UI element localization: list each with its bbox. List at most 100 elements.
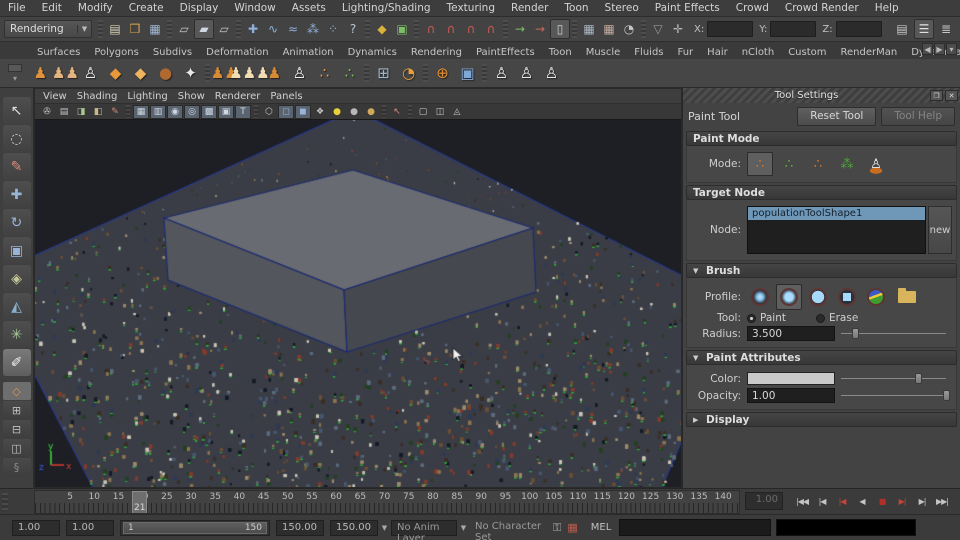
input-connection-icon[interactable]: → bbox=[510, 19, 530, 39]
open-scene-icon[interactable]: ❒ bbox=[125, 19, 145, 39]
menu-item[interactable]: Modify bbox=[70, 1, 121, 15]
vp-xray-joints-icon[interactable]: ◼ bbox=[295, 104, 311, 119]
shelf-crowd-mixed-icon[interactable]: ♟♟♟ bbox=[229, 61, 269, 86]
render-settings-icon[interactable]: ◔ bbox=[619, 19, 639, 39]
step-back-frame-button[interactable]: |◀ bbox=[812, 492, 832, 510]
shelf-tab[interactable]: RenderMan bbox=[834, 45, 905, 59]
range-slider[interactable]: 1 150 bbox=[120, 519, 270, 536]
select-object-icon[interactable]: ▰ bbox=[194, 19, 214, 39]
paint-attributes-header[interactable]: ▼ Paint Attributes bbox=[686, 350, 957, 365]
ipr-render-icon[interactable]: ▦ bbox=[599, 19, 619, 39]
opacity-slider[interactable] bbox=[841, 388, 950, 403]
shelf-tab[interactable]: Surfaces bbox=[30, 45, 87, 59]
tool-settings-titlebar[interactable]: Tool Settings ❐ ✕ bbox=[683, 88, 960, 103]
shelf-tab[interactable]: Muscle bbox=[579, 45, 628, 59]
center-pivot-icon[interactable]: ✛ bbox=[668, 19, 688, 39]
tool-settings-toggle-icon[interactable]: ☰ bbox=[914, 19, 934, 39]
menu-item[interactable]: Lighting/Shading bbox=[334, 1, 439, 15]
radius-slider-handle[interactable] bbox=[851, 328, 859, 339]
range-slider-bar-inner[interactable]: 1 150 bbox=[123, 521, 267, 534]
timeline-grip[interactable] bbox=[2, 493, 8, 511]
z-input[interactable] bbox=[835, 21, 882, 37]
erase-radio-label[interactable]: Erase bbox=[829, 312, 858, 324]
playback-start-field[interactable]: 1.00 bbox=[66, 519, 114, 536]
tool-help-button[interactable]: Tool Help bbox=[881, 106, 955, 126]
go-to-start-button[interactable]: |◀◀ bbox=[792, 492, 812, 510]
shelf-walk-export-red-icon[interactable]: ♙ bbox=[489, 61, 514, 86]
shelf-menu-button[interactable]: ▾ bbox=[2, 60, 28, 86]
menu-item[interactable]: Toon bbox=[556, 1, 596, 15]
vp-bookmarks-icon[interactable]: ▤ bbox=[56, 105, 72, 119]
lock-icon[interactable]: ◆ bbox=[372, 19, 392, 39]
color-slider[interactable] bbox=[841, 371, 946, 386]
vp-cube2-icon[interactable]: ◫ bbox=[432, 105, 448, 119]
float-panel-icon[interactable]: ❐ bbox=[930, 90, 943, 101]
select-mask-misc-icon[interactable]: ? bbox=[343, 19, 363, 39]
shelf-motion-icon[interactable]: ♙ bbox=[78, 61, 103, 86]
vp-isolate-icon[interactable]: ◬ bbox=[449, 105, 465, 119]
shelf-place-character-icon[interactable]: ♟ bbox=[28, 61, 53, 86]
lasso-tool[interactable]: ◌ bbox=[2, 125, 31, 152]
close-panel-icon[interactable]: ✕ bbox=[945, 90, 958, 101]
vp-xray-icon[interactable]: ◻ bbox=[278, 104, 294, 119]
shelf-tab[interactable]: Toon bbox=[542, 45, 579, 59]
mode-orient-icon[interactable]: ⁂ bbox=[834, 152, 860, 176]
panel-menu-item[interactable]: Panels bbox=[270, 91, 310, 102]
shelf-node-table-icon[interactable]: ⊞ bbox=[371, 61, 396, 86]
vp-text-icon[interactable]: T bbox=[235, 104, 251, 119]
shelf-tab[interactable]: Fluids bbox=[627, 45, 670, 59]
shelf-cache-cube-icon[interactable]: ▣ bbox=[455, 61, 480, 86]
paint-radio-label[interactable]: Paint bbox=[760, 312, 786, 324]
panel-menu-item[interactable]: View bbox=[43, 91, 75, 102]
panel-menu-item[interactable]: Shading bbox=[77, 91, 126, 102]
vp-cube-icon[interactable]: ▢ bbox=[415, 105, 431, 119]
go-to-end-button[interactable]: ▶▶| bbox=[932, 492, 952, 510]
opacity-input[interactable]: 1.00 bbox=[747, 388, 835, 403]
current-time-field[interactable]: 1.00 bbox=[745, 492, 783, 510]
plugin-layout[interactable]: § bbox=[2, 458, 31, 476]
anim-layer-field[interactable]: No Anim Layer bbox=[391, 519, 457, 540]
vp-checker-icon[interactable]: ❖ bbox=[312, 105, 328, 119]
erase-radio[interactable] bbox=[815, 313, 825, 323]
menu-item[interactable]: Crowd Render bbox=[777, 1, 867, 15]
save-scene-icon[interactable]: ▦ bbox=[145, 19, 165, 39]
panel-menu-item[interactable]: Renderer bbox=[215, 91, 269, 102]
vp-shaded-icon[interactable]: ▥ bbox=[150, 104, 166, 119]
vp-light-tan-icon[interactable]: ● bbox=[363, 105, 379, 119]
shelf-stamp-icon[interactable]: ● bbox=[153, 61, 178, 86]
character-set-field[interactable]: No Character Set bbox=[470, 520, 550, 540]
menu-item[interactable]: Render bbox=[503, 1, 556, 15]
select-mask-move-icon[interactable]: ✚ bbox=[243, 19, 263, 39]
node-list-item-selected[interactable]: populationToolShape1 bbox=[748, 207, 925, 220]
new-node-button[interactable]: new bbox=[928, 206, 952, 254]
select-tool[interactable]: ↖ bbox=[2, 97, 31, 124]
character-set-key-icon[interactable]: ⚿ bbox=[553, 521, 561, 535]
move-tool[interactable]: ✚ bbox=[2, 181, 31, 208]
mode-color-icon[interactable]: ∴ bbox=[776, 152, 802, 176]
opacity-slider-handle[interactable] bbox=[942, 390, 950, 401]
y-input[interactable] bbox=[770, 21, 817, 37]
viewport-canvas[interactable] bbox=[35, 120, 681, 487]
shelf-tab[interactable]: nCloth bbox=[735, 45, 781, 59]
step-forward-frame-button[interactable]: ▶| bbox=[912, 492, 932, 510]
vp-select-icon[interactable]: ↖ bbox=[389, 105, 405, 119]
snap-point-icon[interactable]: ∩ bbox=[461, 19, 481, 39]
vp-textured-icon[interactable]: ◉ bbox=[167, 104, 183, 119]
step-forward-key-button[interactable]: ▶| bbox=[892, 492, 912, 510]
shelf-terrain-icon[interactable]: ◆ bbox=[103, 61, 128, 86]
scale-tool[interactable]: ▣ bbox=[2, 237, 31, 264]
color-swatch[interactable] bbox=[747, 372, 835, 385]
radius-slider[interactable] bbox=[841, 326, 946, 341]
snap-curve-icon[interactable]: ∩ bbox=[441, 19, 461, 39]
color-slider-handle[interactable] bbox=[914, 373, 922, 384]
shelf-dig-icon[interactable]: ♙ bbox=[287, 61, 312, 86]
brush-profile-solid[interactable] bbox=[805, 284, 831, 310]
last-tool-paint[interactable]: ✐ bbox=[2, 349, 31, 376]
menu-item[interactable]: Create bbox=[121, 1, 172, 15]
layout-split-pane[interactable]: ⊟ bbox=[2, 420, 31, 438]
play-backwards-button[interactable]: ◀ bbox=[852, 492, 872, 510]
shelf-particles-convert-icon[interactable]: ∴ bbox=[337, 61, 362, 86]
command-line-input[interactable] bbox=[619, 519, 772, 536]
select-mask-deform-icon[interactable]: ⁂ bbox=[303, 19, 323, 39]
menu-item[interactable]: Paint Effects bbox=[647, 1, 728, 15]
